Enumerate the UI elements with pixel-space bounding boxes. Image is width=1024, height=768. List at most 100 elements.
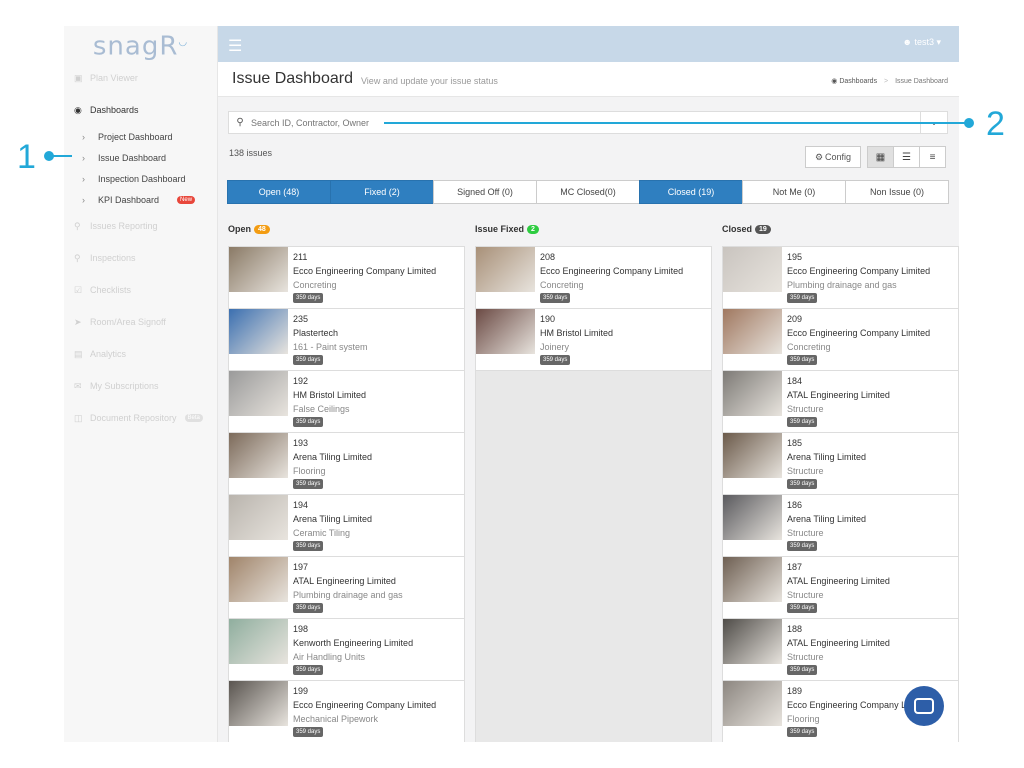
issue-card[interactable]: 198 Kenworth Engineering Limited Air Handl… <box>229 619 464 681</box>
issue-card[interactable]: 209 Ecco Engineering Company Limited Concr… <box>723 309 958 371</box>
sidebar-item-label: Room/Area Signoff <box>90 317 166 327</box>
user-name: test3 <box>914 37 934 47</box>
issue-id: 209 <box>787 314 803 324</box>
filter-fixed[interactable]: Fixed (2) <box>330 180 434 204</box>
issue-contractor: ATAL Engineering Limited <box>787 576 890 586</box>
sidebar-subitem-project-dashboard[interactable]: › Project Dashboard <box>64 126 217 147</box>
issue-id: 190 <box>540 314 556 324</box>
chevron-right-icon: › <box>82 173 85 184</box>
chat-launcher-button[interactable] <box>904 686 944 726</box>
filter-non-issue[interactable]: Non Issue (0) <box>845 180 949 204</box>
sidebar-item-my-subscriptions[interactable]: ✉ My Subscriptions <box>64 370 217 402</box>
filter-mc-closed[interactable]: MC Closed(0) <box>536 180 640 204</box>
issue-card[interactable]: 193 Arena Tiling Limited Flooring 359 days <box>229 433 464 495</box>
issue-contractor: ATAL Engineering Limited <box>293 576 396 586</box>
issue-card[interactable]: 186 Arena Tiling Limited Structure 359 days <box>723 495 958 557</box>
issue-card[interactable]: 195 Ecco Engineering Company Limited Plumb… <box>723 247 958 309</box>
issue-contractor: Ecco Engineering Company Limited <box>540 266 684 276</box>
issue-id: 195 <box>787 252 803 262</box>
sidebar-item-room-area-signoff[interactable]: ➤ Room/Area Signoff <box>64 306 217 338</box>
app-window: snagR◡ ▣ Plan Viewer ◉ Dashboards › Proj… <box>64 26 959 742</box>
column-body: 195 Ecco Engineering Company Limited Plumb… <box>722 246 959 742</box>
issue-card[interactable]: 199 Ecco Engineering Company Limited Mecha… <box>229 681 464 742</box>
dashboard-icon: ◉ <box>831 78 838 85</box>
filter-open[interactable]: Open (48) <box>227 180 331 204</box>
age-badge: 359 days <box>293 293 324 303</box>
column-title: Open <box>228 224 252 234</box>
list-icon: ☰ <box>902 151 911 163</box>
age-badge: 359 days <box>540 355 571 365</box>
chevron-right-icon: › <box>82 131 85 142</box>
callout-2-dot <box>964 118 974 128</box>
sidebar-item-issues-reporting[interactable]: ⚲ Issues Reporting <box>64 210 217 242</box>
issue-photo <box>723 557 782 602</box>
compact-view-button[interactable]: ≡ <box>919 146 946 168</box>
issue-contractor: ATAL Engineering Limited <box>787 390 890 400</box>
issue-id: 188 <box>787 624 803 634</box>
sidebar-subitem-issue-dashboard[interactable]: › Issue Dashboard <box>64 147 217 168</box>
search-icon: ⚲ <box>236 117 244 128</box>
column-open: Open 48 211 Ecco Engineering Company Limi… <box>228 222 465 742</box>
bar-chart-icon: ▤ <box>74 348 83 359</box>
callout-1-dot <box>44 151 54 161</box>
config-label: Config <box>825 152 852 162</box>
gear-icon: ⚙ <box>814 151 824 162</box>
issue-trade: Flooring <box>293 466 326 476</box>
user-menu[interactable]: ☻ test3 ▾ <box>902 37 941 48</box>
issue-id: 208 <box>540 252 556 262</box>
issue-card[interactable]: 185 Arena Tiling Limited Structure 359 days <box>723 433 958 495</box>
count-badge: 2 <box>527 224 539 234</box>
sidebar-item-checklists[interactable]: ☑ Checklists <box>64 274 217 306</box>
issue-id: 197 <box>293 562 309 572</box>
issue-card[interactable]: 188 ATAL Engineering Limited Structure 359 … <box>723 619 958 681</box>
hamburger-menu-icon[interactable]: ☰ <box>228 36 242 56</box>
issue-trade: Structure <box>787 466 824 476</box>
config-button[interactable]: ⚙ Config <box>805 146 861 168</box>
sidebar-item-inspections[interactable]: ⚲ Inspections <box>64 242 217 274</box>
issue-id: 185 <box>787 438 803 448</box>
status-filter-group: Open (48) Fixed (2) Signed Off (0) MC Cl… <box>227 180 949 204</box>
issue-card[interactable]: 197 ATAL Engineering Limited Plumbing drai… <box>229 557 464 619</box>
sidebar-subitem-inspection-dashboard[interactable]: › Inspection Dashboard <box>64 168 217 189</box>
sidebar-item-label: My Subscriptions <box>90 381 159 391</box>
issue-photo <box>723 309 782 354</box>
age-badge: 359 days <box>787 541 818 551</box>
issue-card[interactable]: 208 Ecco Engineering Company Limited Concr… <box>476 247 711 309</box>
chat-icon <box>914 698 934 714</box>
issue-id: 192 <box>293 376 309 386</box>
sidebar-subitem-label: KPI Dashboard <box>98 194 160 205</box>
sidebar-subitem-kpi-dashboard[interactable]: › KPI Dashboard New <box>64 189 217 210</box>
issue-card[interactable]: 211 Ecco Engineering Company Limited Concr… <box>229 247 464 309</box>
issue-card[interactable]: 192 HM Bristol Limited False Ceilings 359 d… <box>229 371 464 433</box>
sidebar-item-analytics[interactable]: ▤ Analytics <box>64 338 217 370</box>
sidebar-item-dashboards[interactable]: ◉ Dashboards <box>64 94 217 126</box>
column-body: 208 Ecco Engineering Company Limited Concr… <box>475 246 712 742</box>
filter-signed-off[interactable]: Signed Off (0) <box>433 180 537 204</box>
issue-id: 211 <box>293 252 308 262</box>
filter-not-me[interactable]: Not Me (0) <box>742 180 846 204</box>
issue-card[interactable]: 194 Arena Tiling Limited Ceramic Tiling 359… <box>229 495 464 557</box>
callout-2-label: 2 <box>986 105 1005 143</box>
send-icon: ➤ <box>74 316 82 327</box>
issue-photo <box>723 619 782 664</box>
logo[interactable]: snagR◡ <box>64 26 217 62</box>
sidebar-item-document-repository[interactable]: ◫ Document Repository Beta <box>64 402 217 434</box>
sidebar-item-label: Inspections <box>90 253 136 263</box>
issue-count: 138 issues <box>229 148 273 158</box>
issue-card[interactable]: 235 Plastertech 161 - Paint system 359 days <box>229 309 464 371</box>
breadcrumb-dashboards[interactable]: Dashboards <box>839 78 877 85</box>
issue-card[interactable]: 187 ATAL Engineering Limited Structure 359 … <box>723 557 958 619</box>
issue-contractor: Ecco Engineering Company Limited <box>293 700 437 710</box>
issue-trade: Flooring <box>787 714 820 724</box>
issue-card[interactable]: 184 ATAL Engineering Limited Structure 359 … <box>723 371 958 433</box>
age-badge: 359 days <box>787 293 818 303</box>
grid-view-button[interactable]: ▦ <box>867 146 894 168</box>
sidebar-item-plan-viewer[interactable]: ▣ Plan Viewer <box>64 62 217 94</box>
issue-trade: Concreting <box>293 280 337 290</box>
filter-closed[interactable]: Closed (19) <box>639 180 743 204</box>
sidebar: snagR◡ ▣ Plan Viewer ◉ Dashboards › Proj… <box>64 26 218 742</box>
image-icon: ▣ <box>74 72 83 83</box>
list-view-button[interactable]: ☰ <box>893 146 920 168</box>
issue-contractor: HM Bristol Limited <box>293 390 367 400</box>
issue-card[interactable]: 190 HM Bristol Limited Joinery 359 days <box>476 309 711 371</box>
